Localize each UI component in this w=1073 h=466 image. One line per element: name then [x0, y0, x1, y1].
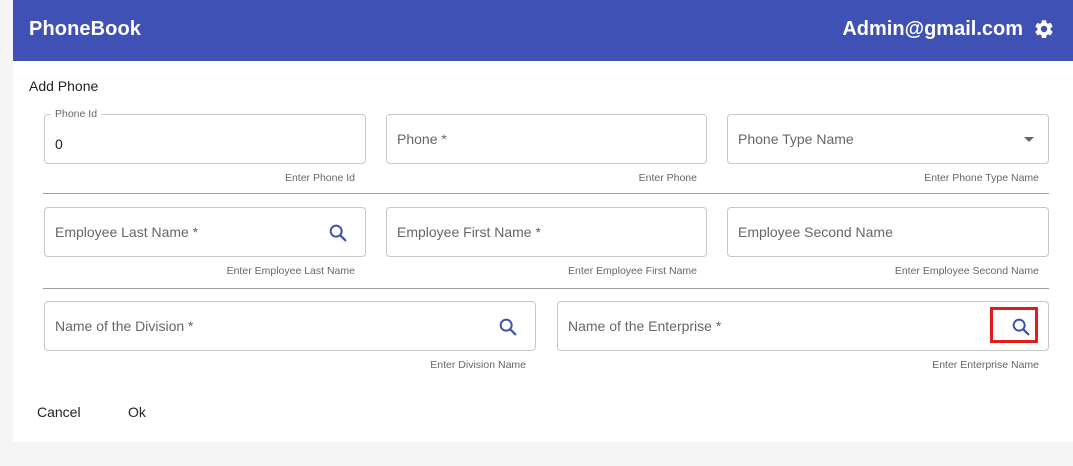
cancel-button[interactable]: Cancel	[37, 404, 81, 420]
employee-second-name-field[interactable]: Employee Second Name	[727, 207, 1049, 257]
ok-button[interactable]: Ok	[128, 404, 146, 420]
enterprise-field[interactable]: Name of the Enterprise *	[557, 301, 1049, 351]
employee-last-name-placeholder: Employee Last Name *	[55, 224, 199, 240]
search-icon[interactable]	[327, 222, 349, 244]
user-email[interactable]: Admin@gmail.com	[842, 18, 1023, 41]
phone-hint: Enter Phone	[638, 172, 697, 184]
phone-id-hint: Enter Phone Id	[284, 172, 355, 184]
search-icon[interactable]	[497, 316, 519, 338]
enterprise-hint: Enter Enterprise Name	[932, 359, 1039, 371]
gear-icon[interactable]	[1033, 18, 1055, 40]
phone-id-field[interactable]: Phone Id 0	[44, 108, 366, 164]
phone-placeholder: Phone *	[397, 131, 447, 147]
divider	[43, 193, 1049, 194]
app-bar: PhoneBook Admin@gmail.com	[13, 0, 1073, 61]
page-container: PhoneBook Admin@gmail.com Add Phone Phon…	[13, 0, 1073, 442]
enterprise-placeholder: Name of the Enterprise *	[568, 318, 722, 334]
caret-down-icon[interactable]	[1024, 137, 1034, 142]
employee-last-name-hint: Enter Employee Last Name	[226, 265, 355, 277]
employee-second-name-placeholder: Employee Second Name	[738, 224, 893, 240]
employee-first-name-hint: Enter Employee First Name	[568, 265, 697, 277]
phone-type-placeholder: Phone Type Name	[738, 131, 854, 147]
division-hint: Enter Division Name	[430, 359, 526, 371]
phone-type-select[interactable]: Phone Type Name	[727, 114, 1049, 164]
app-title: PhoneBook	[29, 18, 142, 40]
employee-last-name-field[interactable]: Employee Last Name *	[44, 207, 366, 257]
phone-id-value: 0	[55, 136, 63, 152]
employee-first-name-placeholder: Employee First Name *	[397, 224, 541, 240]
employee-second-name-hint: Enter Employee Second Name	[894, 265, 1039, 277]
divider	[43, 288, 1049, 289]
phone-type-hint: Enter Phone Type Name	[924, 172, 1039, 184]
highlight-box	[990, 307, 1038, 343]
division-field[interactable]: Name of the Division *	[44, 301, 536, 351]
division-placeholder: Name of the Division *	[55, 318, 194, 334]
employee-first-name-field[interactable]: Employee First Name *	[386, 207, 707, 257]
phone-id-label: Phone Id	[51, 108, 102, 120]
dialog-title: Add Phone	[29, 78, 99, 94]
phone-field[interactable]: Phone *	[386, 114, 707, 164]
